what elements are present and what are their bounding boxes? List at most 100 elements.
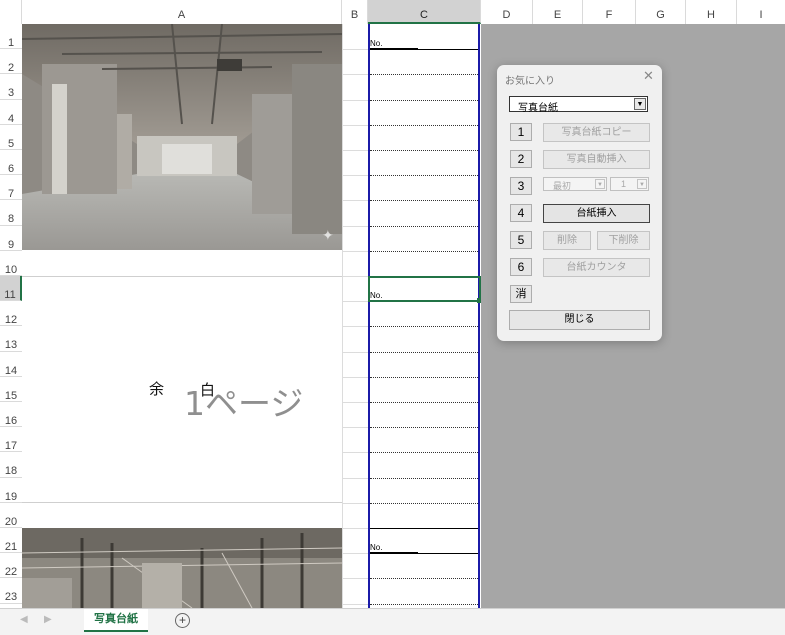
col-b-row-line [342, 301, 368, 303]
num-button-3[interactable]: 3 [510, 177, 532, 195]
row-header-8[interactable]: 8 [0, 200, 22, 226]
row-header-22[interactable]: 22 [0, 553, 22, 579]
row-header-13[interactable]: 13 [0, 326, 22, 352]
num-button-6[interactable]: 6 [510, 258, 532, 276]
col-c-row-line [370, 376, 478, 378]
col-b-left-border [342, 24, 343, 608]
num-button-5[interactable]: 5 [510, 231, 532, 249]
delete-button[interactable]: 削除 [543, 231, 591, 250]
column-header-f[interactable]: F [583, 0, 636, 24]
row-header-11[interactable]: 11 [0, 276, 22, 302]
col-c-row-line [370, 402, 478, 403]
row-header-5[interactable]: 5 [0, 124, 22, 150]
insert-mount-button[interactable]: 台紙挿入 [543, 204, 650, 223]
col-c-row-line [370, 49, 478, 51]
triangle-down-icon[interactable]: ▼ [634, 98, 646, 110]
mount-counter-button[interactable]: 台紙カウンタ [543, 258, 650, 277]
column-header-d[interactable]: D [481, 0, 533, 24]
col-c-row-line [370, 150, 478, 151]
no-label-row-11: No. [370, 291, 383, 300]
num-button-2[interactable]: 2 [510, 150, 532, 168]
row-header-4[interactable]: 4 [0, 99, 22, 125]
row-header-17[interactable]: 17 [0, 427, 22, 453]
row-header-16[interactable]: 16 [0, 402, 22, 428]
photo-1[interactable]: ✦ [22, 24, 342, 250]
row-header-10[interactable]: 10 [0, 250, 22, 276]
col-b-row-line [342, 477, 368, 479]
num-button-1[interactable]: 1 [510, 123, 532, 141]
template-select[interactable]: 写真台紙 ▼ [509, 96, 648, 114]
photo-mount-copy-button[interactable]: 写真台紙コピー [543, 123, 650, 142]
col-b-row-line [342, 124, 368, 126]
col-b-row-line [342, 276, 368, 277]
triangle-down-icon[interactable]: ▼ [595, 179, 605, 189]
count-dropdown[interactable]: 1 ▼ [610, 177, 649, 191]
col-b-row-line [342, 250, 368, 252]
fill-handle[interactable] [477, 298, 481, 303]
no-label-row-21: No. [370, 543, 383, 552]
row-header-14[interactable]: 14 [0, 351, 22, 377]
position-dropdown[interactable]: 最初 ▼ [543, 177, 607, 191]
col-b-row-line [342, 74, 368, 76]
row-header-3[interactable]: 3 [0, 74, 22, 100]
col-c-row-line [370, 175, 478, 177]
row-20-line [22, 502, 342, 503]
position-dropdown-value: 最初 [553, 181, 572, 191]
row-header-6[interactable]: 6 [0, 150, 22, 176]
column-header-b[interactable]: B [342, 0, 368, 24]
column-header-c[interactable]: C [368, 0, 481, 24]
column-header-h[interactable]: H [686, 0, 737, 24]
row-header-19[interactable]: 19 [0, 477, 22, 503]
margin-char-yo: 余 [149, 380, 165, 398]
row-header-9[interactable]: 9 [0, 225, 22, 251]
col-b-row-line [342, 175, 368, 177]
construction-photo-1: ✦ [22, 24, 342, 250]
row-header-20[interactable]: 20 [0, 502, 22, 528]
col-b-row-line [342, 376, 368, 378]
row-header-7[interactable]: 7 [0, 175, 22, 201]
triangle-down-icon[interactable]: ▼ [637, 179, 647, 189]
photo-2[interactable] [22, 528, 342, 608]
sheet-tab-photo-mount[interactable]: 写真台紙 [84, 609, 148, 632]
right-arrow-icon[interactable]: ▶ [44, 614, 52, 625]
col-b-row-line [342, 528, 368, 529]
col-c-row-line [370, 477, 478, 479]
col-b-row-line [342, 603, 368, 605]
row-header-18[interactable]: 18 [0, 452, 22, 478]
plus-circle-icon[interactable]: + [175, 613, 190, 628]
column-header-g[interactable]: G [636, 0, 686, 24]
col-b-row-line [342, 553, 368, 555]
active-cell-c11[interactable] [368, 276, 481, 302]
row-header-2[interactable]: 2 [0, 49, 22, 75]
construction-photo-2 [22, 528, 342, 608]
column-header-row: A B C D E F G H I [0, 0, 785, 25]
no-underline-row-1 [370, 48, 418, 49]
select-all-corner[interactable] [0, 0, 22, 24]
clear-button[interactable]: 消 [510, 285, 532, 303]
col-c-row-line [370, 326, 478, 328]
row-header-23[interactable]: 23 [0, 578, 22, 604]
col-b-row-line [342, 225, 368, 227]
col-c-row-line [370, 74, 478, 76]
row-header-12[interactable]: 12 [0, 301, 22, 327]
row-header-1[interactable]: 1 [0, 24, 22, 50]
column-header-i[interactable]: I [737, 0, 785, 24]
col-c-row-line [370, 502, 478, 504]
column-header-a[interactable]: A [22, 0, 342, 24]
row-header-15[interactable]: 15 [0, 376, 22, 402]
col-c-row-line [370, 578, 478, 580]
delete-below-button[interactable]: 下削除 [597, 231, 650, 250]
sheet-grid[interactable]: ✦ No. No. No. 余 白 1ページ [22, 24, 481, 608]
close-icon[interactable]: ✕ [643, 68, 654, 84]
left-arrow-icon[interactable]: ◀ [20, 614, 28, 625]
column-header-e[interactable]: E [533, 0, 583, 24]
col-b-row-line [342, 351, 368, 353]
close-dialog-button[interactable]: 閉じる [509, 310, 650, 330]
col-b-row-line [342, 502, 368, 504]
sheet-tab-bar: ◀ ▶ 写真台紙 + [0, 608, 785, 635]
row-header-21[interactable]: 21 [0, 528, 22, 554]
col-b-row-line [342, 200, 368, 202]
col-c-row-line [370, 427, 478, 429]
num-button-4[interactable]: 4 [510, 204, 532, 222]
auto-insert-photo-button[interactable]: 写真自動挿入 [543, 150, 650, 169]
